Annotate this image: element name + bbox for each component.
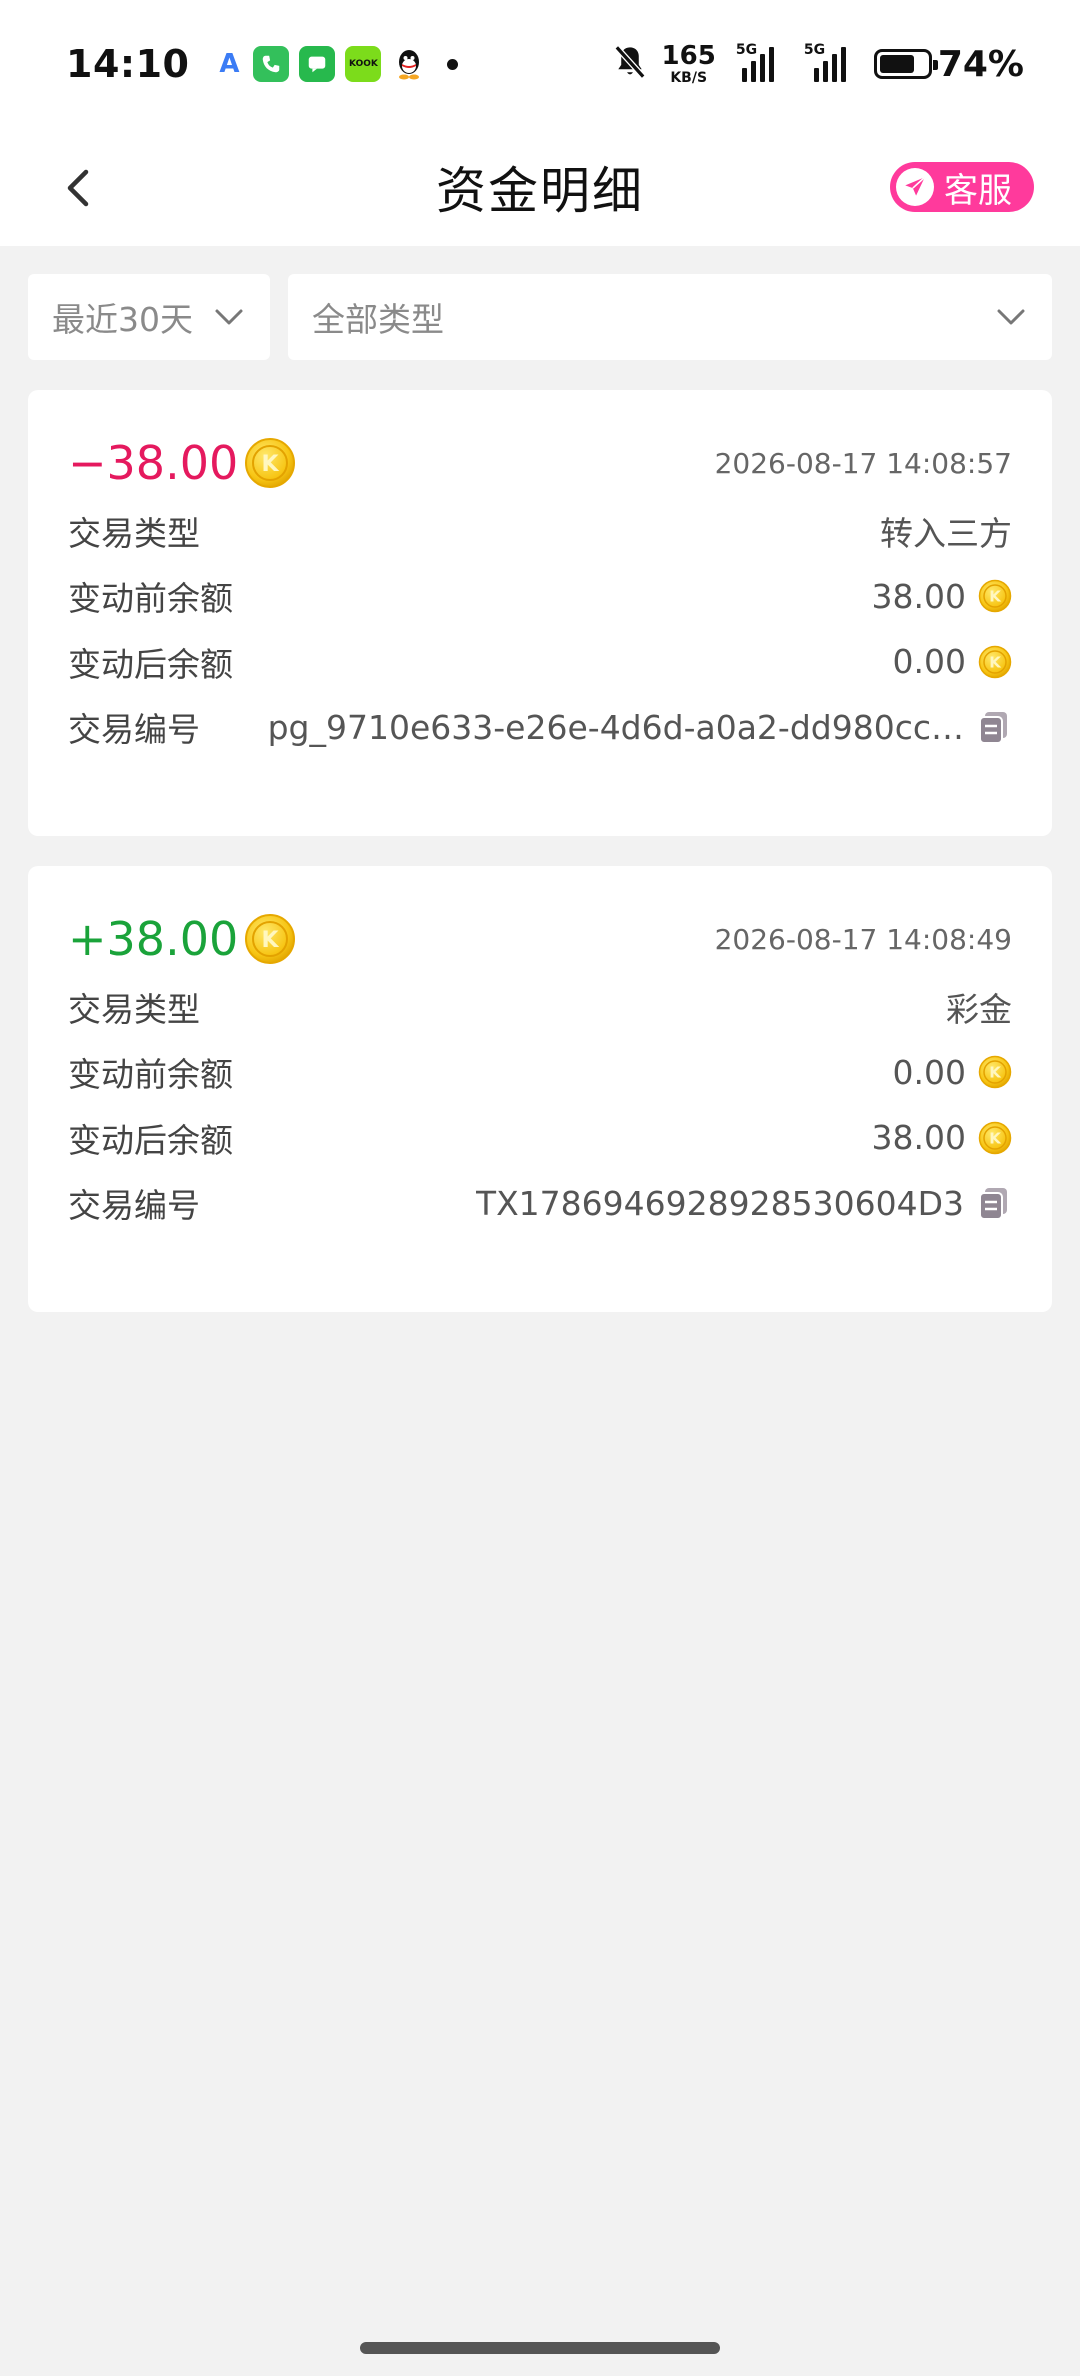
transaction-id-group: pg_9710e633-e26e-4d6d-a0a2-dd980cc… [268, 708, 1012, 747]
k-coin-icon: K [978, 1121, 1012, 1154]
amount-group: +38.00 K [68, 912, 296, 966]
before-balance-label: 变动前余额 [68, 1055, 233, 1095]
phone-app-icon [253, 46, 290, 82]
svg-text:K: K [989, 588, 1002, 606]
type-value: 转入三方 [880, 513, 1012, 553]
after-balance-value: 38.00 [871, 1118, 966, 1158]
amount: −38.00 [68, 436, 239, 490]
signal-2-label: 5G [803, 42, 826, 58]
app-store-icon: A [219, 49, 240, 79]
k-coin-icon: K [978, 1056, 1012, 1089]
card-header: −38.00 K 2026-08-17 14:08:57 [68, 428, 1012, 498]
transaction-id-label: 交易编号 [68, 1186, 200, 1226]
paper-plane-icon [896, 168, 934, 206]
after-balance-group: 0.00 K [893, 642, 1012, 681]
k-coin-icon: K [245, 438, 296, 488]
row-transaction-id: 交易编号 TX1786946928928530604D3 [68, 1171, 1012, 1237]
transaction-card: +38.00 K 2026-08-17 14:08:49 交易类型 彩金 变动前… [28, 866, 1052, 1312]
copy-icon[interactable] [976, 709, 1012, 745]
amount-group: −38.00 K [68, 436, 296, 490]
type-label: 交易类型 [68, 989, 200, 1029]
date-range-label: 最近30天 [52, 300, 193, 339]
type-value-group: 彩金 [946, 983, 1012, 1031]
row-before-balance: 变动前余额 38.00 K [68, 564, 1012, 630]
battery-indicator: 74% [873, 43, 1024, 85]
transaction-id-value: TX1786946928928530604D3 [475, 1183, 964, 1223]
status-left: 14:10 A KOOK [66, 42, 459, 86]
signal-2-icon: 5G [802, 42, 860, 82]
row-type: 交易类型 彩金 [68, 974, 1012, 1040]
row-after-balance: 变动后余额 38.00 K [68, 1105, 1012, 1171]
customer-service-label: 客服 [944, 170, 1012, 211]
customer-service-button[interactable]: 客服 [890, 162, 1034, 212]
battery-fill [879, 55, 914, 73]
page-header: 资金明细 客服 [0, 128, 1080, 246]
network-speed-value: 165 [661, 41, 716, 71]
svg-text:K: K [989, 1064, 1002, 1082]
network-speed-unit: KB/S [670, 70, 708, 86]
type-filter-label: 全部类型 [312, 300, 444, 339]
row-type: 交易类型 转入三方 [68, 498, 1012, 564]
type-dropdown[interactable]: 全部类型 [288, 274, 1052, 360]
transaction-card: −38.00 K 2026-08-17 14:08:57 交易类型 转入三方 变… [28, 390, 1052, 836]
after-balance-label: 变动后余额 [68, 644, 233, 684]
top-area: 14:10 A KOOK 165 KB/S 5G 5G 74% 资金明细 客服 [0, 0, 1080, 246]
signal-1-icon: 5G [730, 42, 788, 82]
battery-percent: 74% [937, 43, 1024, 85]
row-transaction-id: 交易编号 pg_9710e633-e26e-4d6d-a0a2-dd980cc… [68, 695, 1012, 761]
more-notifications-dot [447, 58, 459, 70]
qq-app-icon [391, 46, 427, 82]
before-balance-label: 变动前余额 [68, 579, 233, 619]
mute-bell-icon [612, 43, 648, 85]
transaction-time: 2026-08-17 14:08:57 [714, 446, 1012, 480]
type-value: 彩金 [946, 989, 1012, 1029]
back-button[interactable] [58, 166, 102, 210]
card-header: +38.00 K 2026-08-17 14:08:49 [68, 904, 1012, 974]
page-title: 资金明细 [436, 162, 644, 220]
network-speed: 165 KB/S [662, 43, 716, 85]
svg-text:K: K [262, 452, 280, 477]
signal-1-label: 5G [735, 42, 758, 58]
after-balance-value: 0.00 [892, 642, 966, 682]
svg-text:K: K [262, 928, 280, 953]
svg-text:K: K [989, 1129, 1002, 1147]
k-coin-icon: K [245, 914, 296, 964]
chevron-left-icon [67, 169, 89, 207]
before-balance-value: 0.00 [892, 1052, 966, 1092]
transaction-id-label: 交易编号 [68, 710, 200, 750]
messages-app-icon [299, 46, 336, 82]
kook-app-icon: KOOK [345, 46, 382, 82]
before-balance-group: 0.00 K [893, 1053, 1012, 1092]
chevron-down-icon [215, 309, 243, 325]
before-balance-value: 38.00 [871, 576, 966, 616]
row-after-balance: 变动后余额 0.00 K [68, 629, 1012, 695]
after-balance-label: 变动后余额 [68, 1120, 233, 1160]
status-bar: 14:10 A KOOK 165 KB/S 5G 5G 74% [0, 0, 1080, 128]
amount: +38.00 [68, 912, 239, 966]
filter-bar: 最近30天 全部类型 [0, 246, 1080, 360]
transaction-id-value: pg_9710e633-e26e-4d6d-a0a2-dd980cc… [267, 707, 964, 747]
k-coin-icon: K [978, 645, 1012, 678]
status-right: 165 KB/S 5G 5G 74% [612, 42, 1024, 85]
date-range-dropdown[interactable]: 最近30天 [28, 274, 270, 360]
row-before-balance: 变动前余额 0.00 K [68, 1040, 1012, 1106]
svg-text:K: K [989, 653, 1002, 671]
status-time: 14:10 [66, 42, 190, 86]
type-value-group: 转入三方 [880, 507, 1012, 555]
battery-icon [873, 49, 938, 79]
after-balance-group: 38.00 K [872, 1118, 1012, 1157]
type-label: 交易类型 [68, 513, 200, 553]
transaction-time: 2026-08-17 14:08:49 [714, 922, 1012, 956]
home-indicator[interactable] [360, 2342, 720, 2354]
chevron-down-icon [997, 309, 1025, 325]
k-coin-icon: K [978, 580, 1012, 613]
before-balance-group: 38.00 K [872, 577, 1012, 616]
transaction-id-group: TX1786946928928530604D3 [476, 1184, 1012, 1223]
copy-icon[interactable] [976, 1185, 1012, 1221]
